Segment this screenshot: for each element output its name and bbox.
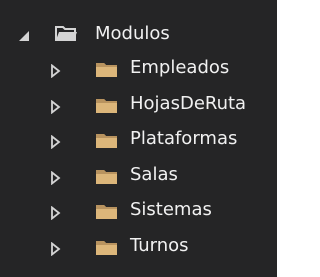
tree-node-label: Salas — [130, 163, 178, 185]
tree-node-label: Plataformas — [130, 128, 238, 149]
tree-node-label: Modulos — [95, 23, 170, 44]
folder-open-icon — [54, 23, 78, 43]
tree-node-label: Empleados — [130, 57, 230, 78]
expanded-triangle-icon[interactable] — [17, 27, 31, 41]
tree-children: Empleados HojasDeRuta Plataformas Salas … — [0, 51, 277, 264]
tree-node-sistemas[interactable]: Sistemas — [0, 193, 277, 229]
folder-icon — [95, 237, 119, 257]
tree-node-salas[interactable]: Salas — [0, 158, 277, 194]
tree-node-hojasderuta[interactable]: HojasDeRuta — [0, 87, 277, 123]
collapsed-triangle-icon[interactable] — [49, 204, 63, 221]
folder-icon — [95, 166, 119, 186]
tree-node-modulos[interactable]: Modulos — [0, 17, 277, 51]
tree-node-label: Turnos — [130, 234, 189, 256]
collapsed-triangle-icon[interactable] — [49, 169, 63, 185]
tree-node-label: HojasDeRuta — [130, 92, 247, 114]
collapsed-triangle-icon[interactable] — [49, 98, 63, 114]
tree-root: Modulos Empleados HojasDeRuta Plataforma… — [0, 17, 277, 264]
tree-node-plataformas[interactable]: Plataformas — [0, 122, 277, 158]
folder-icon — [95, 130, 119, 150]
folder-icon — [95, 95, 119, 115]
tree-node-label: Sistemas — [130, 199, 212, 220]
tree-node-turnos[interactable]: Turnos — [0, 229, 277, 265]
solution-explorer-tree: Modulos Empleados HojasDeRuta Plataforma… — [0, 0, 277, 277]
collapsed-triangle-icon[interactable] — [49, 133, 63, 150]
folder-icon — [95, 59, 119, 79]
collapsed-triangle-icon[interactable] — [49, 62, 63, 79]
collapsed-triangle-icon[interactable] — [49, 240, 63, 256]
tree-node-empleados[interactable]: Empleados — [0, 51, 277, 87]
folder-icon — [95, 201, 119, 221]
